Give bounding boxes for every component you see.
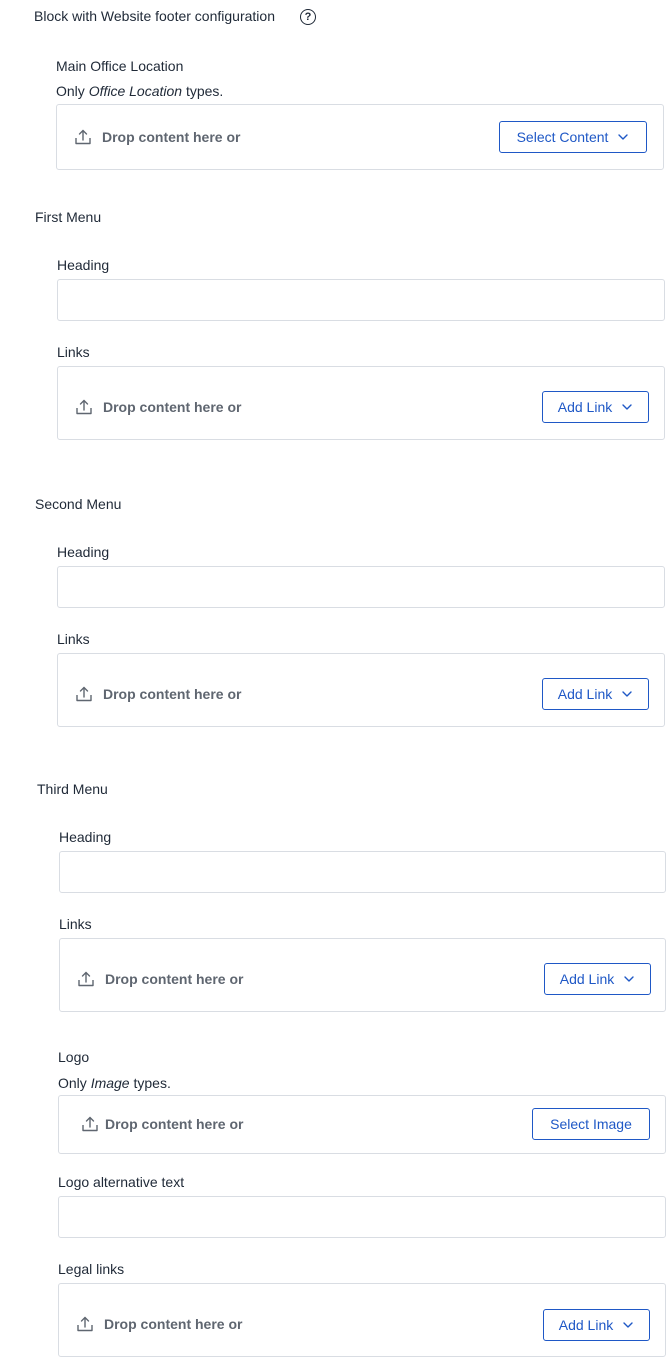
hint-type: Image	[90, 1075, 130, 1091]
button-label: Select Content	[516, 129, 609, 145]
drop-text: Drop content here or	[103, 686, 242, 702]
legal-links-dropzone[interactable]: Drop content here or Add Link	[58, 1283, 666, 1357]
chevron-down-icon	[618, 134, 629, 140]
button-label: Add Link	[558, 1317, 614, 1333]
second-menu-heading-label: Heading	[57, 544, 110, 560]
third-menu-heading-input[interactable]	[59, 851, 666, 893]
main-office-label: Main Office Location	[56, 58, 184, 74]
legal-links-label: Legal links	[58, 1261, 125, 1277]
second-menu-links-dropzone[interactable]: Drop content here or Add Link	[57, 653, 665, 727]
hint-type: Office Location	[88, 83, 183, 99]
add-link-button[interactable]: Add Link	[544, 963, 651, 995]
main-office-dropzone[interactable]: Drop content here or Select Content	[56, 104, 664, 170]
block-title-text: Block with Website footer configuration	[34, 8, 275, 24]
third-menu-heading-label: Heading	[59, 829, 112, 845]
add-link-button[interactable]: Add Link	[543, 1309, 650, 1341]
hint-suffix: types.	[182, 83, 224, 99]
button-label: Select Image	[550, 1116, 632, 1132]
hint-prefix: Only	[58, 1075, 91, 1091]
second-menu-heading-input[interactable]	[57, 566, 665, 608]
upload-icon	[76, 399, 92, 415]
logo-hint: Only Image types.	[58, 1074, 171, 1092]
upload-icon	[82, 1116, 98, 1132]
drop-text: Drop content here or	[103, 399, 242, 415]
drop-text: Drop content here or	[105, 1116, 244, 1132]
first-menu-links-dropzone[interactable]: Drop content here or Add Link	[57, 366, 665, 440]
upload-icon	[78, 971, 94, 987]
block-title: Block with Website footer configuration	[34, 7, 275, 25]
chevron-down-icon	[622, 691, 632, 697]
select-image-button[interactable]: Select Image	[532, 1108, 650, 1140]
button-label: Add Link	[559, 971, 615, 987]
third-menu-links-label: Links	[59, 916, 92, 932]
hint-suffix: types.	[129, 1075, 171, 1091]
first-menu-heading-label: Heading	[57, 257, 110, 273]
third-menu-title: Third Menu	[37, 781, 108, 797]
hint-prefix: Only	[56, 83, 89, 99]
button-label: Add Link	[557, 399, 613, 415]
second-menu-title: Second Menu	[35, 496, 122, 512]
chevron-down-icon	[624, 976, 634, 982]
second-menu-links-label: Links	[57, 631, 90, 647]
add-link-button[interactable]: Add Link	[542, 678, 649, 710]
drop-text: Drop content here or	[104, 1316, 243, 1332]
button-label: Add Link	[557, 686, 613, 702]
logo-label: Logo	[58, 1049, 90, 1065]
chevron-down-icon	[622, 404, 632, 410]
upload-icon	[75, 129, 91, 145]
help-icon[interactable]: ?	[300, 9, 316, 25]
first-menu-heading-input[interactable]	[57, 279, 665, 321]
chevron-down-icon	[623, 1322, 633, 1328]
drop-text: Drop content here or	[102, 129, 241, 145]
main-office-hint: Only Office Location types.	[56, 82, 223, 100]
first-menu-title: First Menu	[35, 209, 102, 225]
logo-alt-label: Logo alternative text	[58, 1174, 185, 1190]
select-content-button[interactable]: Select Content	[499, 121, 647, 153]
add-link-button[interactable]: Add Link	[542, 391, 649, 423]
drop-text: Drop content here or	[105, 971, 244, 987]
upload-icon	[76, 686, 92, 702]
upload-icon	[77, 1316, 93, 1332]
third-menu-links-dropzone[interactable]: Drop content here or Add Link	[59, 938, 666, 1012]
first-menu-links-label: Links	[57, 344, 90, 360]
logo-alt-input[interactable]	[58, 1196, 666, 1238]
logo-dropzone[interactable]: Drop content here or Select Image	[58, 1095, 666, 1154]
